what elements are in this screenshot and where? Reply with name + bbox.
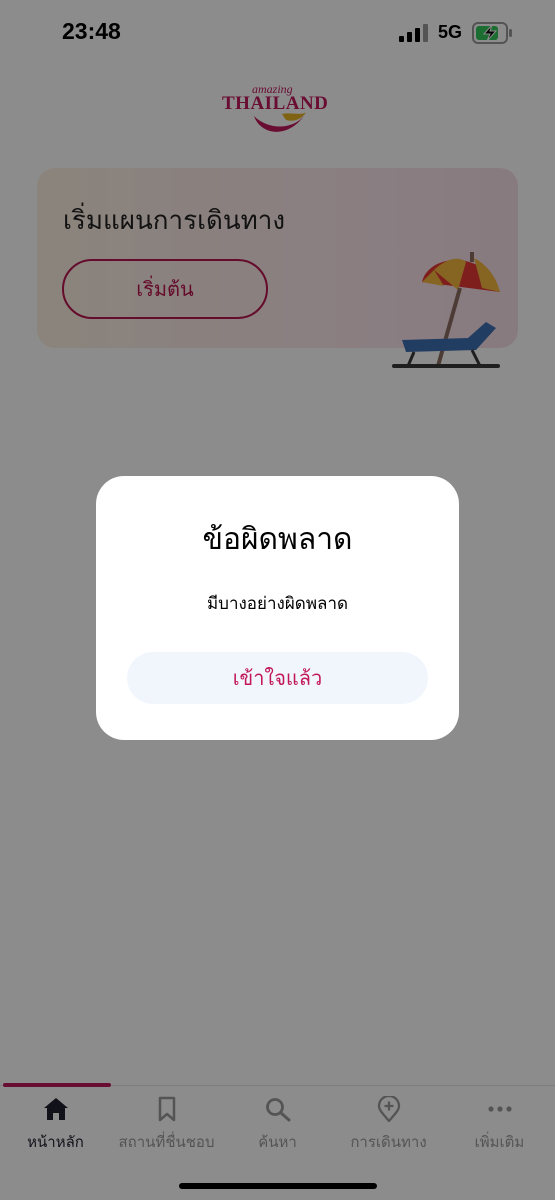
error-dialog: ข้อผิดพลาด มีบางอย่างผิดพลาด เข้าใจแล้ว <box>96 476 459 740</box>
acknowledge-button[interactable]: เข้าใจแล้ว <box>127 652 428 704</box>
dialog-title: ข้อผิดพลาด <box>202 522 353 557</box>
dialog-message: มีบางอย่างผิดพลาด <box>206 594 349 614</box>
